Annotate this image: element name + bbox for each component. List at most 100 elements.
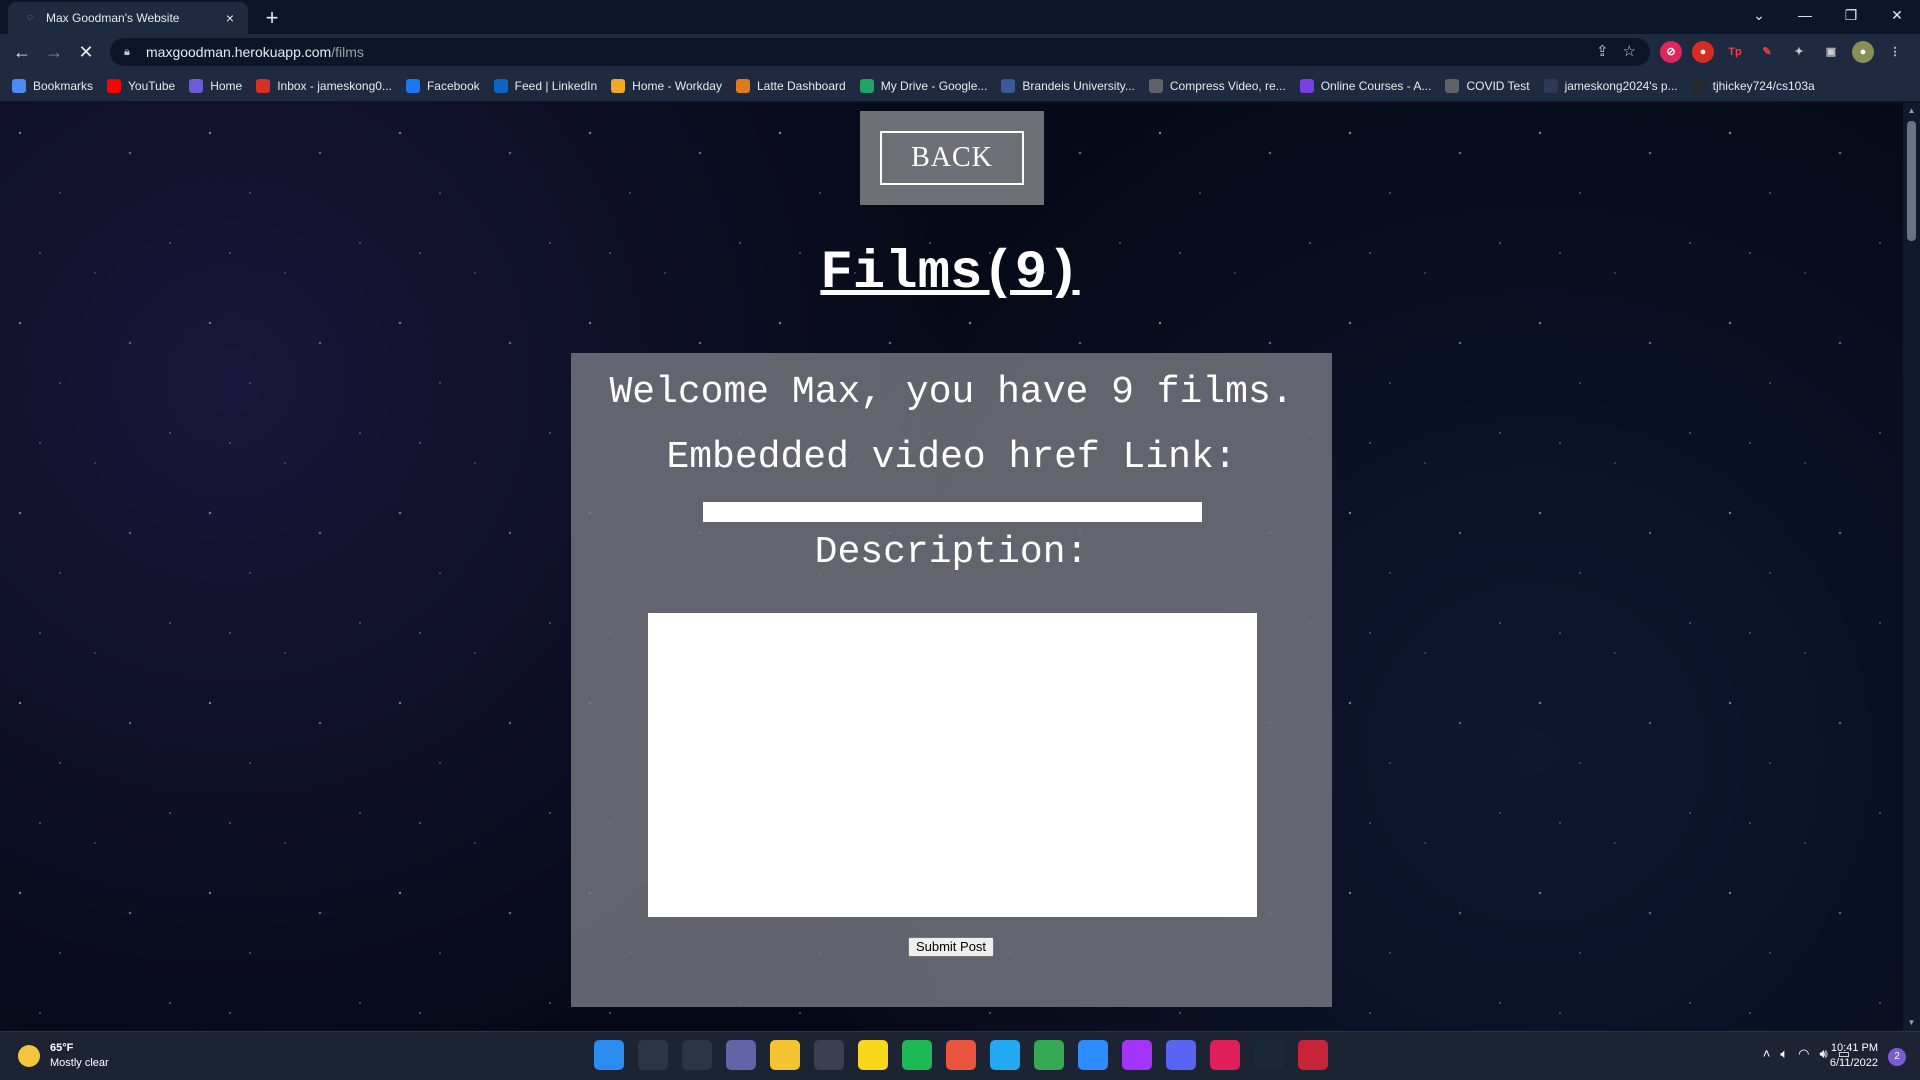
side-panel-icon[interactable]: ▣ [1820,41,1842,63]
bookmark-item[interactable]: Home [189,78,242,93]
new-tab-button[interactable]: + [258,4,286,32]
bookmark-item[interactable]: COVID Test [1445,78,1530,93]
window-controls: ⌄ — ❐ ✕ [1736,0,1920,30]
bookmark-item[interactable]: Home - Workday [611,78,722,93]
scroll-down-icon[interactable]: ▼ [1903,1015,1920,1031]
wifi-icon[interactable]: ◠ [1798,1046,1809,1062]
bookmark-label: Online Courses - A... [1320,78,1432,93]
bookmark-label: Facebook [426,78,480,93]
notification-badge[interactable]: 2 [1888,1048,1906,1066]
browser-toolbar: ← → ✕ 🔒︎ maxgoodman.herokuapp.com/films … [0,34,1920,70]
chrome-icon[interactable] [1034,1040,1064,1070]
share-icon[interactable]: ⇪ [1596,42,1609,62]
gmail-icon [256,78,271,93]
bookmarks-bar: Bookmarks YouTube Home Inbox - jameskong0..… [0,70,1920,102]
extension-block-icon[interactable]: ⊘ [1660,41,1682,63]
url-path: /films [331,44,364,60]
bookmark-item[interactable]: Online Courses - A... [1299,78,1432,93]
extension-pen-icon[interactable]: ✎ [1756,41,1778,63]
search-icon[interactable] [638,1040,668,1070]
bookmark-label: tjhickey724/cs103a [1712,78,1815,93]
discord-icon[interactable] [1166,1040,1196,1070]
bookmark-item[interactable]: Bookmarks [12,78,94,93]
app-icon[interactable] [814,1040,844,1070]
bookmark-label: Inbox - jameskong0... [277,78,392,93]
file-explorer-icon[interactable] [770,1040,800,1070]
bookmark-item[interactable]: Inbox - jameskong0... [256,78,392,93]
weather-widget[interactable]: 65°F Mostly clear [18,1041,109,1071]
bookmark-item[interactable]: Latte Dashboard [735,78,846,93]
weather-moon-icon [18,1045,40,1067]
bookmark-star-icon[interactable]: ☆ [1623,42,1636,62]
browser-tab[interactable]: ◌ Max Goodman's Website × [8,2,248,34]
clock[interactable]: 10:41 PM 6/11/2022 [1830,1041,1878,1071]
close-window-button[interactable]: ✕ [1874,0,1920,30]
description-textarea[interactable] [648,613,1257,917]
bookmark-item[interactable]: Facebook [405,78,480,93]
bookmark-item[interactable]: Compress Video, re... [1148,78,1286,93]
href-label: Embedded video href Link: [666,436,1237,479]
restore-button[interactable]: ❐ [1828,0,1874,30]
page-scrollbar[interactable]: ▲ ▼ [1903,103,1920,1031]
lock-icon: 🔒︎ [124,45,130,58]
back-button[interactable]: BACK [880,131,1024,185]
menu-kebab-icon[interactable]: ⋮ [1884,41,1906,63]
bookmark-label: COVID Test [1466,78,1530,93]
stop-loading-icon[interactable]: ✕ [72,38,100,66]
loading-favicon-icon: ◌ [27,12,33,23]
scroll-up-icon[interactable]: ▲ [1903,103,1920,119]
steam-icon[interactable] [1254,1040,1284,1070]
messenger-icon[interactable] [1122,1040,1152,1070]
bookmark-item[interactable]: Brandeis University... [1001,78,1135,93]
address-bar[interactable]: 🔒︎ maxgoodman.herokuapp.com/films ⇪ ☆ [110,38,1650,66]
bookmark-label: Compress Video, re... [1169,78,1286,93]
speaker-icon[interactable]: 🔈︎ [1780,1046,1788,1062]
slack-icon[interactable] [1210,1040,1240,1070]
sticky-notes-icon[interactable] [858,1040,888,1070]
minimize-button[interactable]: — [1782,0,1828,30]
volume-icon[interactable]: 🔊︎ [1820,1046,1828,1062]
bookmark-label: YouTube [128,78,176,93]
bookmark-label: My Drive - Google... [880,78,988,93]
teams-chat-icon[interactable] [726,1040,756,1070]
vscode-icon[interactable] [990,1040,1020,1070]
tab-search-icon[interactable]: ⌄ [1736,0,1782,30]
profile-avatar[interactable]: ● [1852,41,1874,63]
task-view-icon[interactable] [682,1040,712,1070]
vivaldi-icon[interactable] [1298,1040,1328,1070]
scrollbar-thumb[interactable] [1907,121,1916,241]
bookmark-label: jameskong2024's p... [1564,78,1678,93]
bookmark-item[interactable]: Feed | LinkedIn [493,78,597,93]
welcome-message: Welcome Max, you have 9 films. [609,371,1294,414]
bookmark-item[interactable]: jameskong2024's p... [1543,78,1678,93]
extension-tp-icon[interactable]: Tp [1724,41,1746,63]
bookmark-item[interactable]: YouTube [107,78,176,93]
submit-post-button[interactable]: Submit Post [908,937,994,957]
bookmark-item[interactable]: My Drive - Google... [859,78,988,93]
bookmark-label: Latte Dashboard [756,78,846,93]
windows-taskbar: 65°F Mostly clear ˄ 🔈︎ ◠ 🔊︎ ▭ 10:41 PM 6… [0,1031,1920,1080]
github-icon [1691,78,1706,93]
forward-nav-icon[interactable]: → [40,38,68,66]
spotify-icon[interactable] [902,1040,932,1070]
href-input[interactable] [703,502,1202,522]
git-icon[interactable] [946,1040,976,1070]
tray-chevron-icon[interactable]: ˄ [1763,1046,1771,1062]
weather-description: Mostly clear [50,1057,109,1069]
extensions-puzzle-icon[interactable]: ✦ [1788,41,1810,63]
youtube-icon [107,78,122,93]
close-tab-icon[interactable]: × [222,10,238,26]
courses-icon [1299,78,1314,93]
extension-shield-icon[interactable]: ● [1692,41,1714,63]
browser-tab-bar: ◌ Max Goodman's Website × + ⌄ — ❐ ✕ [0,0,1920,34]
drive-icon [859,78,874,93]
bookmark-label: Bookmarks [33,78,94,93]
windows-start-icon[interactable] [594,1040,624,1070]
compress-icon [1148,78,1163,93]
zoom-icon[interactable] [1078,1040,1108,1070]
linkedin-icon [493,78,508,93]
tab-title: Max Goodman's Website [46,11,180,25]
back-nav-icon[interactable]: ← [8,38,36,66]
bookmark-item[interactable]: tjhickey724/cs103a [1691,78,1815,93]
brandeis-icon [1001,78,1016,93]
